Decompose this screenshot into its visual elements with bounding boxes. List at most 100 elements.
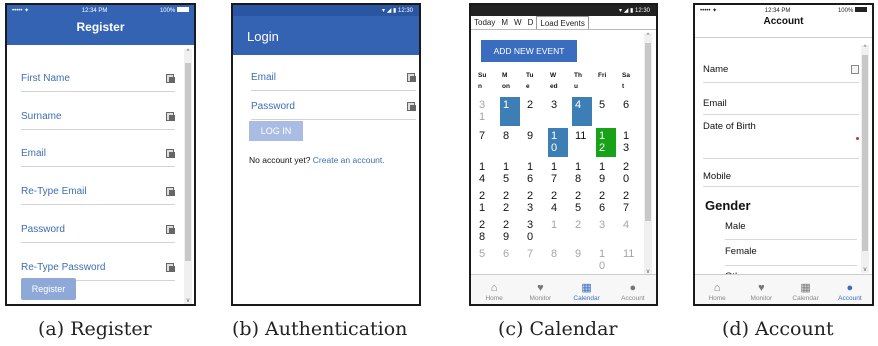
create-account-link[interactable]: Create an account. <box>313 155 385 165</box>
scrollbar[interactable]: ^ v <box>184 49 192 304</box>
surname-field[interactable]: Surname <box>21 104 175 130</box>
mobile-field[interactable]: Mobile <box>703 159 859 187</box>
calendar-day[interactable]: 1 <box>547 216 571 245</box>
gender-option-female[interactable]: Female <box>725 246 857 266</box>
scroll-up-icon[interactable]: ^ <box>644 33 652 39</box>
calendar-day[interactable]: 2 6 <box>595 187 619 216</box>
calendar-day[interactable]: 3 <box>595 216 619 245</box>
calendar-day[interactable]: 1 3 <box>619 127 643 156</box>
contact-card-icon <box>166 263 175 272</box>
calendar-day[interactable]: 5 <box>475 245 499 274</box>
calendar-day[interactable]: 11 <box>619 245 643 274</box>
tabbar-item-monitor[interactable]: ♥ Monitor <box>518 275 563 304</box>
calendar-day[interactable]: 2 3 <box>523 187 547 216</box>
password-field[interactable]: Password <box>21 217 175 243</box>
scroll-down-icon[interactable]: v <box>184 298 192 304</box>
calendar-day[interactable]: 1 0 <box>595 245 619 274</box>
tabbar-item-home[interactable]: ⌂ Home <box>472 275 517 304</box>
calendar-day-with-event[interactable]: 1 <box>500 97 520 126</box>
calendar-day[interactable]: 2 1 <box>475 187 499 216</box>
day-number: 8 <box>503 130 510 142</box>
scroll-up-icon[interactable]: ^ <box>184 49 192 55</box>
calendar-day[interactable]: 9 <box>523 127 547 156</box>
calendar-day[interactable]: 2 2 <box>499 187 523 216</box>
tabbar-item-account[interactable]: ● Account <box>828 275 872 304</box>
scrollbar-thumb[interactable] <box>185 63 191 261</box>
calendar-day[interactable]: 6 <box>499 245 523 274</box>
scroll-down-icon[interactable]: v <box>861 267 869 273</box>
calendar-day[interactable]: 9 <box>571 245 595 274</box>
tabbar-item-calendar[interactable]: ▦ Calendar <box>564 275 609 304</box>
caption-calendar: (c) Calendar <box>498 318 618 340</box>
tabbar-label: Home <box>485 295 503 302</box>
calendar-day[interactable]: 3 <box>547 96 571 125</box>
scrollbar-thumb[interactable] <box>645 43 651 221</box>
tabbar-item-home[interactable]: ⌂ Home <box>695 275 739 304</box>
scrollbar-thumb[interactable] <box>862 55 868 251</box>
tab-m[interactable]: M <box>498 16 511 29</box>
email-field[interactable]: Email <box>703 93 859 115</box>
day-number: 1 0 <box>551 130 558 154</box>
name-field[interactable]: Name <box>703 57 859 83</box>
calendar-day[interactable]: 2 4 <box>547 187 571 216</box>
calendar-day[interactable]: 2 <box>571 216 595 245</box>
login-header: ▾ ◢ ▮ 12:30 Login <box>233 5 419 55</box>
calendar-day[interactable]: 1 4 <box>475 158 499 187</box>
calendar-day[interactable]: 1 6 <box>523 158 547 187</box>
weekday-header: Tu e <box>526 72 534 90</box>
calendar-day[interactable]: 8 <box>547 245 571 274</box>
day-number: 2 <box>527 99 534 111</box>
calendar-day[interactable]: 7 <box>523 245 547 274</box>
calendar-day[interactable]: 3 1 <box>475 96 499 125</box>
calendar-day[interactable]: 2 8 <box>475 216 499 245</box>
calendar-day[interactable]: 6 <box>619 96 643 125</box>
tabbar-item-monitor[interactable]: ♥ Monitor <box>739 275 783 304</box>
person-icon: ● <box>629 282 637 294</box>
tab-today[interactable]: Today <box>471 16 498 29</box>
signup-prompt: No account yet? Create an account. <box>249 155 385 165</box>
day-number: 4 <box>623 219 630 231</box>
scrollbar[interactable]: ^ v <box>861 45 869 273</box>
scroll-up-icon[interactable]: ^ <box>861 45 869 51</box>
tab-d[interactable]: D <box>525 16 537 29</box>
day-number: 7 <box>479 130 486 142</box>
register-button[interactable]: Register <box>21 278 76 300</box>
tabbar-item-account[interactable]: ● Account <box>610 275 655 304</box>
calendar-day[interactable]: 11 <box>571 127 595 156</box>
calendar-day[interactable]: 2 7 <box>619 187 643 216</box>
calendar-day[interactable]: 2 <box>523 96 547 125</box>
retype-email-field[interactable]: Re-Type Email <box>21 179 175 205</box>
calendar-day[interactable]: 8 <box>499 127 523 156</box>
day-number: 1 6 <box>527 161 534 185</box>
calendar-day-today[interactable]: 1 2 <box>596 128 616 157</box>
calendar-day[interactable]: 7 <box>475 127 499 156</box>
calendar-day[interactable]: 2 5 <box>571 187 595 216</box>
calendar-day[interactable]: 1 9 <box>595 158 619 187</box>
tabbar-item-calendar[interactable]: ▦ Calendar <box>784 275 828 304</box>
gender-option-male[interactable]: Male <box>725 221 857 240</box>
tab-w[interactable]: W <box>511 16 525 29</box>
calendar-day[interactable]: 2 0 <box>619 158 643 187</box>
field-placeholder: Re-Type Password <box>21 262 106 273</box>
calendar-day-with-event[interactable]: 1 0 <box>548 128 568 157</box>
password-field[interactable]: Password <box>251 94 416 120</box>
email-field[interactable]: Email <box>21 141 175 167</box>
email-field[interactable]: Email <box>251 65 416 91</box>
calendar-day[interactable]: 4 <box>619 216 643 245</box>
caption-register: (a) Register <box>38 318 152 340</box>
calendar-day[interactable]: 1 5 <box>499 158 523 187</box>
calendar-day[interactable]: 1 8 <box>571 158 595 187</box>
calendar-day[interactable]: 2 9 <box>499 216 523 245</box>
tab-load-events[interactable]: Load Events <box>536 16 589 29</box>
field-placeholder: First Name <box>21 73 70 84</box>
add-new-event-button[interactable]: ADD NEW EVENT <box>481 40 577 62</box>
calendar-day[interactable]: 3 0 <box>523 216 547 245</box>
calendar-day[interactable]: 1 7 <box>547 158 571 187</box>
calendar-day-with-event[interactable]: 4 <box>572 97 592 126</box>
calendar-day[interactable]: 5 <box>595 96 619 125</box>
scrollbar[interactable]: ^ v <box>644 33 652 275</box>
first-name-field[interactable]: First Name <box>21 66 175 92</box>
status-bar: ••••• ✦ 12:34 PM 100% <box>695 5 872 16</box>
date-of-birth-field[interactable]: Date of Birth <box>703 121 859 159</box>
login-button[interactable]: LOG IN <box>249 121 303 141</box>
